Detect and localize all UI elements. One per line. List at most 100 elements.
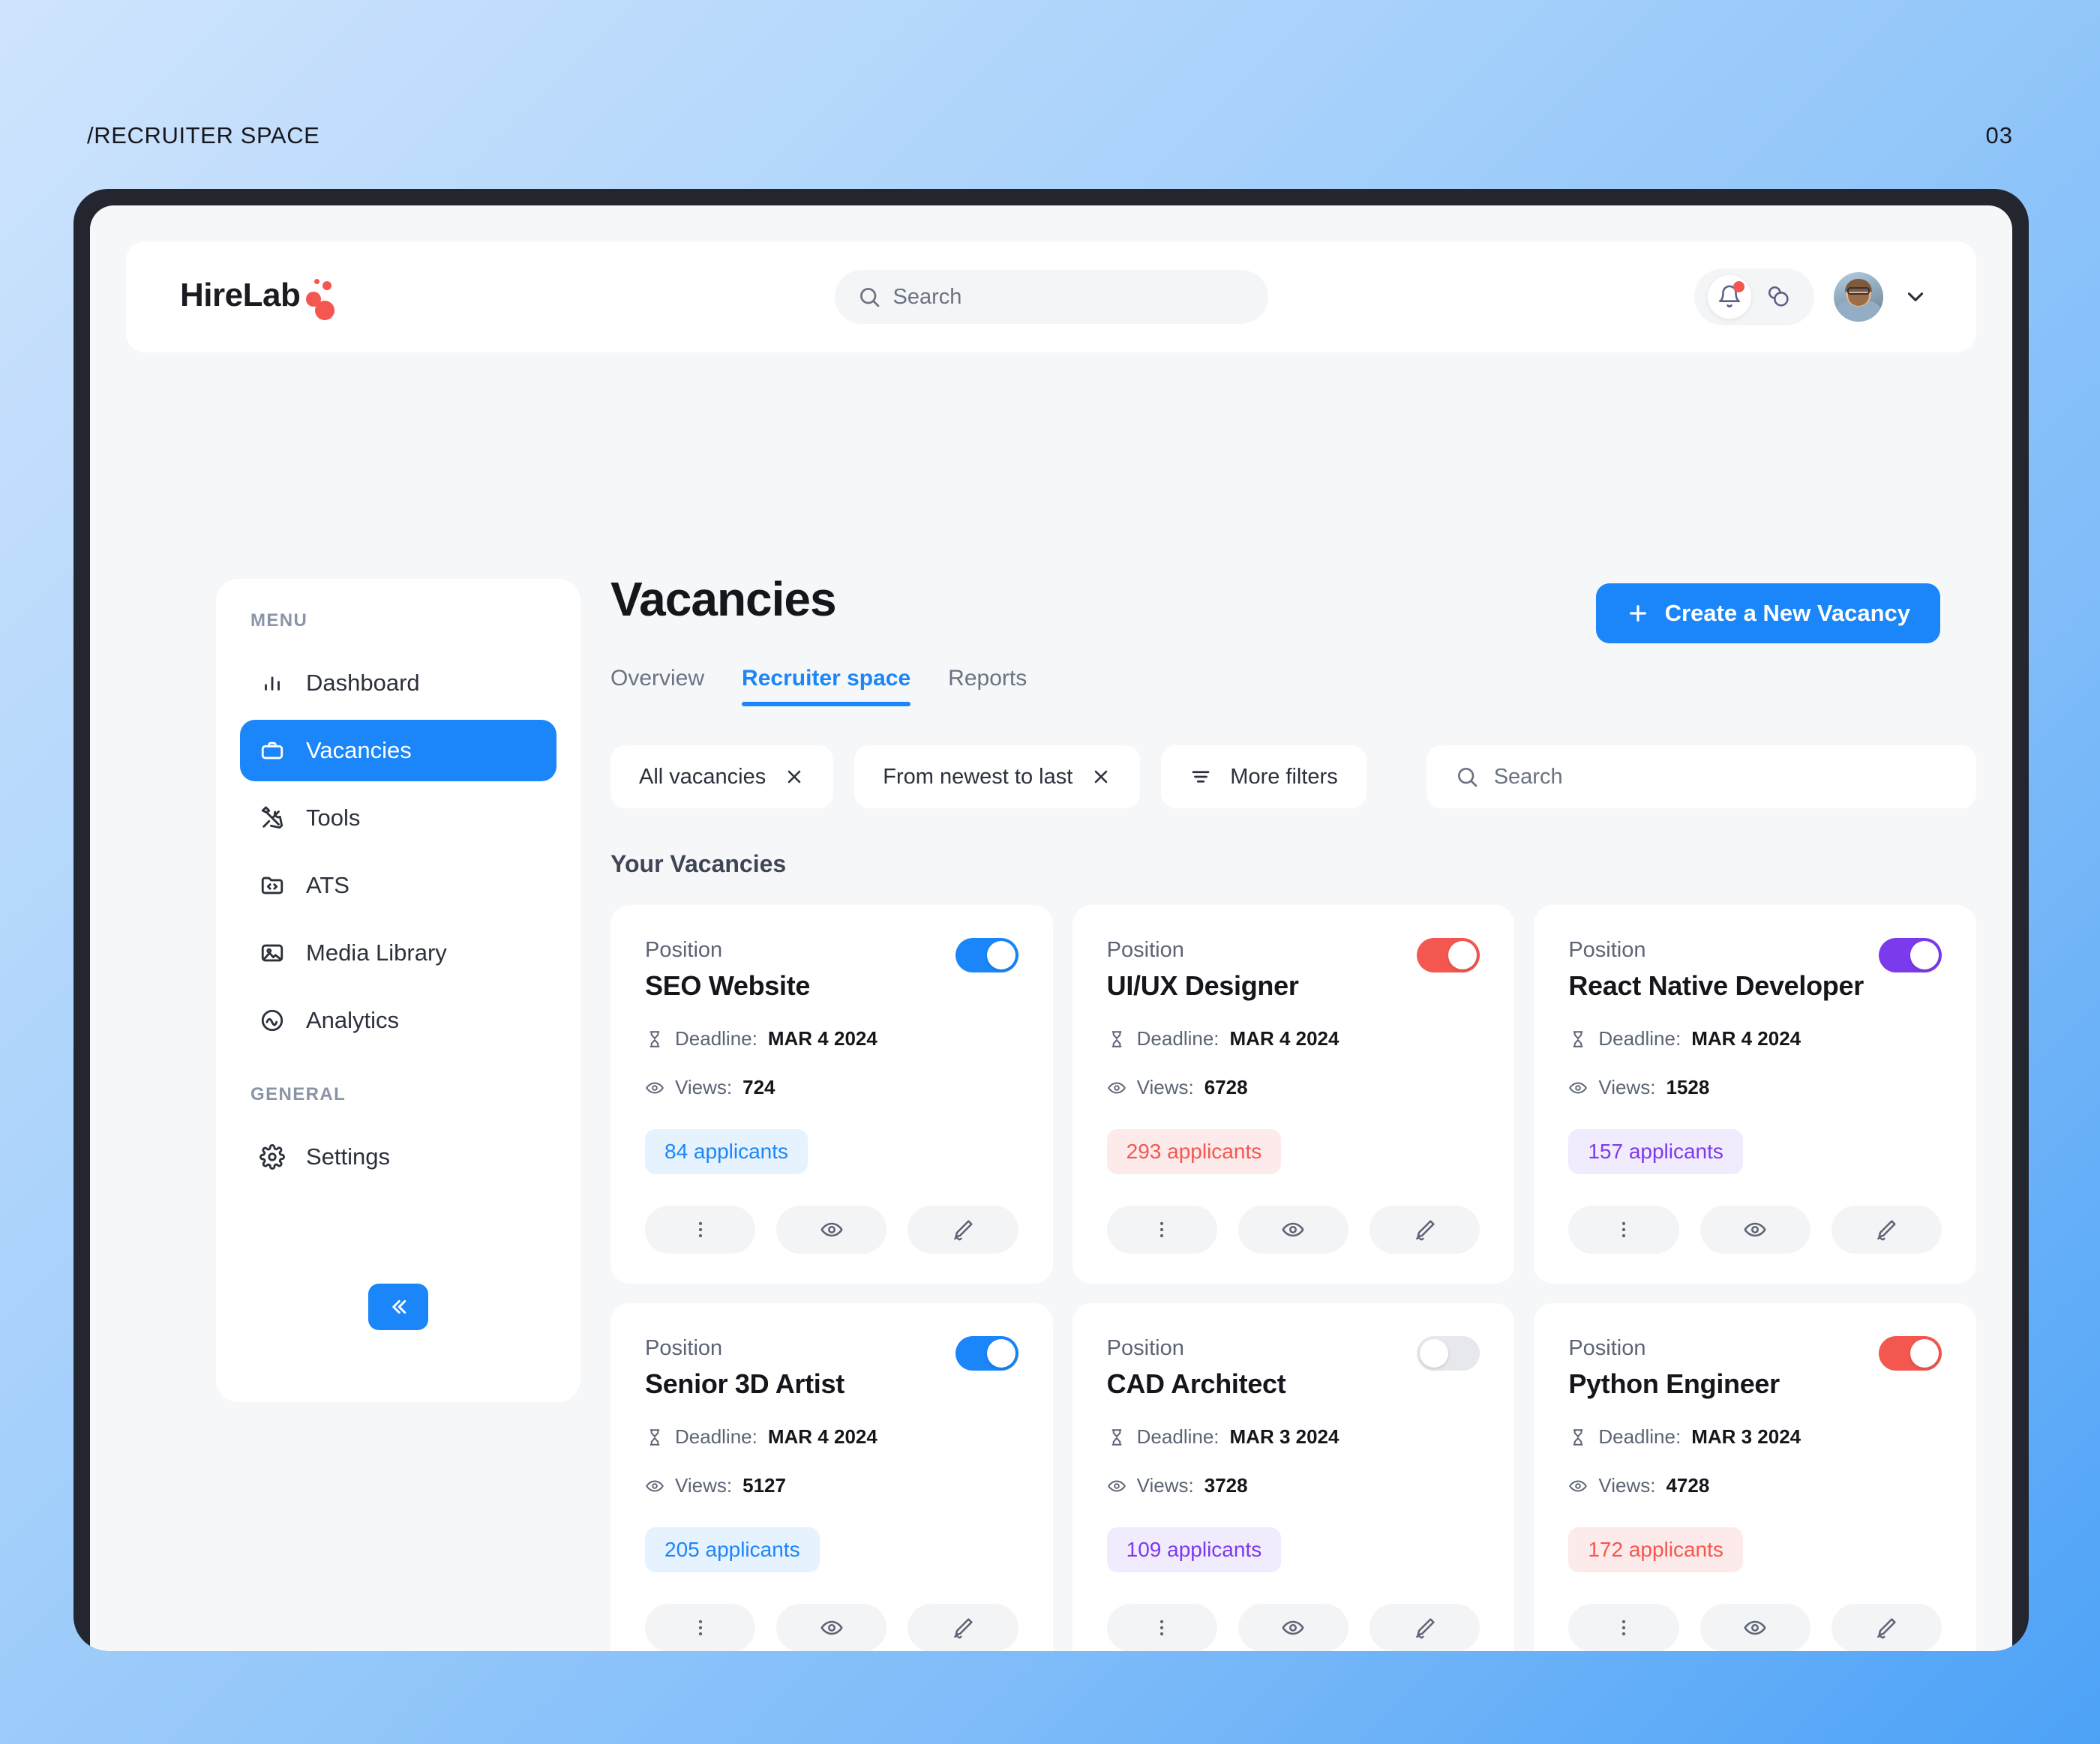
vacancy-more-button[interactable] bbox=[1568, 1206, 1679, 1254]
vacancy-status-toggle[interactable] bbox=[1417, 1336, 1480, 1371]
vacancy-edit-button[interactable] bbox=[1370, 1604, 1480, 1651]
create-vacancy-button[interactable]: Create a New Vacancy bbox=[1595, 583, 1940, 643]
eye-icon bbox=[1569, 1082, 1588, 1093]
image-icon bbox=[258, 939, 286, 967]
sidebar-item-vacancies[interactable]: Vacancies bbox=[240, 720, 556, 781]
search-icon bbox=[1457, 768, 1478, 787]
sidebar-item-media-library[interactable]: Media Library bbox=[240, 922, 556, 984]
sidebar-collapse-button[interactable] bbox=[368, 1284, 428, 1330]
applicants-badge[interactable]: 109 applicants bbox=[1106, 1527, 1282, 1572]
close-icon[interactable] bbox=[784, 766, 805, 787]
vacancy-edit-button[interactable] bbox=[908, 1206, 1018, 1254]
eye-icon bbox=[1107, 1480, 1126, 1491]
vacancy-search-input[interactable]: Search bbox=[1426, 745, 1976, 808]
chevron-down-icon[interactable] bbox=[1903, 284, 1928, 310]
vacancy-card[interactable]: Position UI/UX Designer Deadline: MAR 4 202… bbox=[1072, 905, 1515, 1284]
vacancy-card[interactable]: Position Python Engineer Deadline: MAR 3 20… bbox=[1534, 1303, 1976, 1651]
vacancy-edit-button[interactable] bbox=[1370, 1206, 1480, 1254]
deadline-label: Deadline: bbox=[1136, 1425, 1220, 1448]
sidebar-item-tools[interactable]: Tools bbox=[240, 787, 556, 849]
deadline-value: MAR 3 2024 bbox=[1691, 1425, 1802, 1448]
vacancy-card-actions bbox=[1568, 1604, 1942, 1651]
vacancy-grid: Position SEO Website Deadline: MAR 4 2024 Vi… bbox=[610, 905, 1976, 1651]
vacancy-card-actions bbox=[1106, 1206, 1480, 1254]
vacancy-preview-button[interactable] bbox=[776, 1604, 887, 1651]
tab-reports[interactable]: Reports bbox=[948, 666, 1027, 706]
bar-chart-icon bbox=[258, 669, 286, 697]
filter-chip-sort-order[interactable]: From newest to last bbox=[854, 745, 1141, 808]
vacancy-edit-button[interactable] bbox=[908, 1604, 1018, 1651]
create-vacancy-label: Create a New Vacancy bbox=[1664, 600, 1910, 626]
more-icon bbox=[698, 1620, 702, 1636]
vacancy-more-button[interactable] bbox=[1568, 1604, 1679, 1651]
more-icon bbox=[698, 1221, 702, 1238]
vacancy-preview-button[interactable] bbox=[1700, 1604, 1810, 1651]
sidebar-item-settings[interactable]: Settings bbox=[240, 1126, 556, 1188]
vacancy-title: CAD Architect bbox=[1106, 1368, 1286, 1399]
applicants-badge[interactable]: 84 applicants bbox=[645, 1129, 808, 1174]
vacancy-more-button[interactable] bbox=[1106, 1604, 1217, 1651]
tab-bar: Overview Recruiter space Reports bbox=[610, 666, 1976, 706]
vacancy-card[interactable]: Position CAD Architect Deadline: MAR 3 2024… bbox=[1072, 1303, 1515, 1651]
vacancy-card[interactable]: Position React Native Developer Deadline: M… bbox=[1534, 905, 1976, 1284]
vacancy-title: Senior 3D Artist bbox=[645, 1368, 844, 1399]
main-content: Vacancies Create a New Vacancy Overview … bbox=[610, 571, 1976, 1651]
vacancy-more-button[interactable] bbox=[645, 1604, 756, 1651]
vacancy-deadline: Deadline: MAR 4 2024 bbox=[645, 1027, 1018, 1050]
close-icon[interactable] bbox=[1090, 766, 1112, 787]
vacancy-views: Views: 1528 bbox=[1568, 1076, 1942, 1099]
vacancy-status-toggle[interactable] bbox=[955, 938, 1018, 972]
vacancy-card[interactable]: Position SEO Website Deadline: MAR 4 2024 Vi… bbox=[610, 905, 1053, 1284]
vacancy-title: Python Engineer bbox=[1568, 1368, 1780, 1399]
vacancy-preview-button[interactable] bbox=[1238, 1206, 1349, 1254]
edit-icon bbox=[1415, 1220, 1435, 1241]
vacancy-card[interactable]: Position Senior 3D Artist Deadline: MAR 4 2… bbox=[610, 1303, 1053, 1651]
vacancy-status-toggle[interactable] bbox=[1417, 938, 1480, 972]
applicants-badge[interactable]: 157 applicants bbox=[1568, 1129, 1743, 1174]
avatar[interactable] bbox=[1834, 272, 1883, 322]
views-value: 4728 bbox=[1666, 1474, 1710, 1497]
notifications-button[interactable] bbox=[1708, 275, 1751, 319]
vacancy-more-button[interactable] bbox=[645, 1206, 756, 1254]
sidebar-item-label: Dashboard bbox=[306, 670, 420, 696]
applicants-badge[interactable]: 205 applicants bbox=[645, 1527, 820, 1572]
tools-icon bbox=[258, 804, 286, 832]
more-filters-button[interactable]: More filters bbox=[1161, 745, 1366, 808]
sidebar-item-ats[interactable]: ATS bbox=[240, 855, 556, 916]
vacancy-edit-button[interactable] bbox=[1831, 1206, 1942, 1254]
vacancy-status-toggle[interactable] bbox=[1879, 1336, 1942, 1371]
tab-recruiter-space[interactable]: Recruiter space bbox=[742, 666, 911, 706]
vacancy-title: React Native Developer bbox=[1568, 970, 1864, 1001]
briefcase-icon bbox=[258, 736, 286, 765]
tab-overview[interactable]: Overview bbox=[610, 666, 704, 706]
vacancy-preview-button[interactable] bbox=[776, 1206, 887, 1254]
notification-group bbox=[1694, 268, 1814, 325]
deadline-label: Deadline: bbox=[1598, 1027, 1682, 1050]
hourglass-icon bbox=[1112, 1030, 1122, 1047]
vacancy-more-button[interactable] bbox=[1106, 1206, 1217, 1254]
hourglass-icon bbox=[1573, 1428, 1583, 1446]
global-search-input[interactable]: Search bbox=[834, 270, 1268, 324]
sidebar-item-dashboard[interactable]: Dashboard bbox=[240, 652, 556, 714]
vacancy-preview-button[interactable] bbox=[1238, 1604, 1349, 1651]
vacancy-search-placeholder: Search bbox=[1493, 764, 1563, 789]
filter-chip-all-vacancies[interactable]: All vacancies bbox=[610, 745, 834, 808]
applicants-badge[interactable]: 172 applicants bbox=[1568, 1527, 1743, 1572]
app-screen: HireLab Search MENU Dashboard Vacancies … bbox=[90, 205, 2012, 1651]
vacancy-preview-button[interactable] bbox=[1700, 1206, 1810, 1254]
vacancy-views: Views: 724 bbox=[645, 1076, 1018, 1099]
vacancy-edit-button[interactable] bbox=[1831, 1604, 1942, 1651]
deadline-value: MAR 4 2024 bbox=[1691, 1027, 1802, 1050]
vacancy-status-toggle[interactable] bbox=[1879, 938, 1942, 972]
messages-button[interactable] bbox=[1757, 275, 1801, 319]
applicants-badge[interactable]: 293 applicants bbox=[1106, 1129, 1282, 1174]
deadline-label: Deadline: bbox=[675, 1425, 758, 1448]
vacancy-views: Views: 6728 bbox=[1107, 1076, 1480, 1099]
app-logo[interactable]: HireLab bbox=[180, 277, 339, 320]
vacancy-deadline: Deadline: MAR 3 2024 bbox=[1107, 1425, 1480, 1449]
vacancy-card-actions bbox=[645, 1604, 1018, 1651]
vacancy-views: Views: 3728 bbox=[1107, 1474, 1480, 1497]
vacancy-status-toggle[interactable] bbox=[955, 1336, 1018, 1371]
sidebar-item-analytics[interactable]: Analytics bbox=[240, 990, 556, 1051]
edit-icon bbox=[1877, 1618, 1896, 1639]
